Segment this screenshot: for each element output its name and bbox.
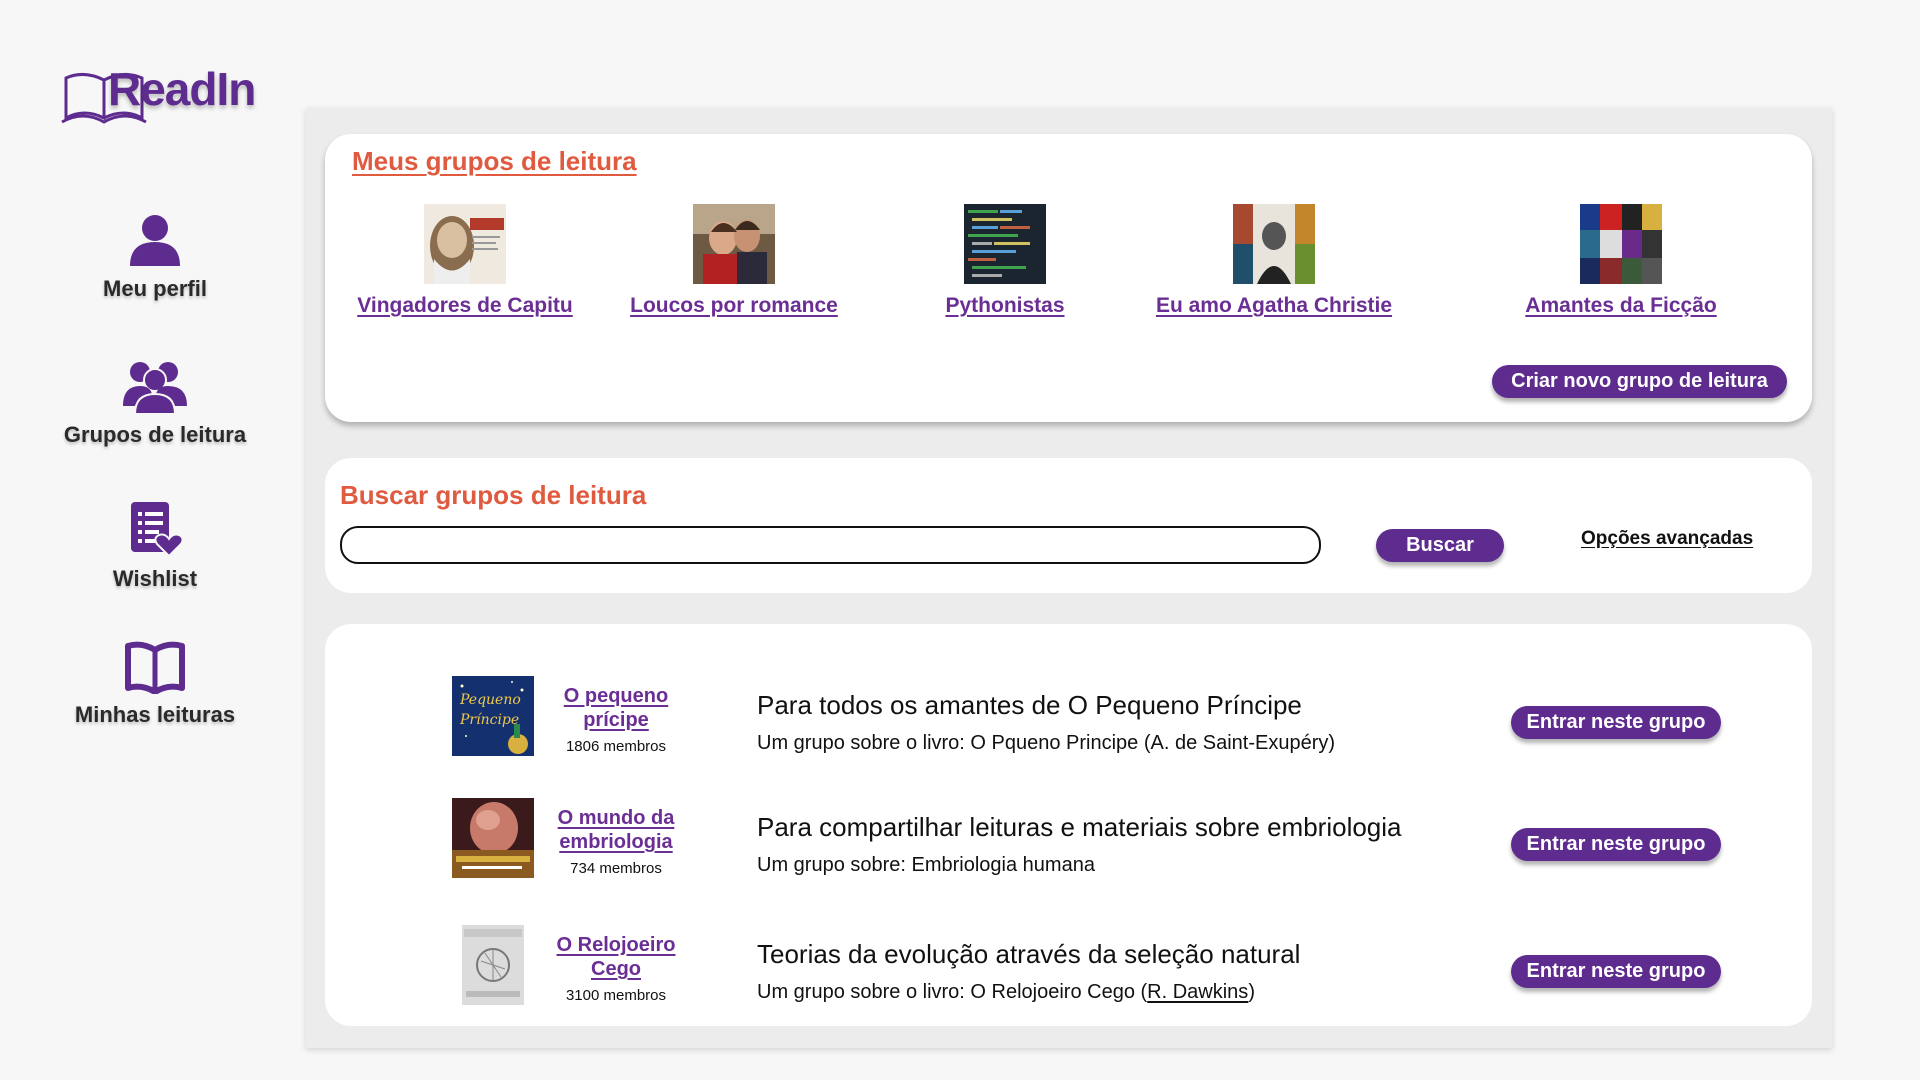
my-group-item[interactable]: Eu amo Agatha Christie — [1144, 204, 1404, 318]
join-group-button[interactable]: Entrar neste grupo — [1511, 706, 1721, 739]
result-subtitle: Um grupo sobre o livro: O Relojoeiro Ceg… — [757, 981, 1255, 1003]
result-row: O mundo da embriologia 734 membros Para … — [325, 798, 1812, 888]
result-group-name[interactable]: O pequeno prícipe — [541, 684, 691, 732]
result-members: 3100 membros — [565, 987, 667, 1004]
result-row: O Relojoeiro Cego 3100 membros Teorias d… — [325, 925, 1812, 1015]
join-group-button[interactable]: Entrar neste grupo — [1511, 955, 1721, 988]
result-group-name[interactable]: O mundo da embriologia — [541, 806, 691, 854]
open-book-icon — [125, 641, 185, 694]
logo-text: ReadIn — [108, 63, 256, 115]
join-group-button[interactable]: Entrar neste grupo — [1511, 828, 1721, 861]
result-subtitle: Um grupo sobre: Embriologia humana — [757, 854, 1095, 876]
sidebar-item-my-readings[interactable]: Minhas leituras — [40, 640, 270, 728]
create-group-button[interactable]: Criar novo grupo de leitura — [1492, 365, 1787, 398]
search-button[interactable]: Buscar — [1376, 529, 1504, 562]
my-group-link[interactable]: Vingadores de Capitu — [335, 294, 595, 318]
result-title: Para todos os amantes de O Pequeno Prínc… — [757, 690, 1302, 720]
my-group-item[interactable]: Pythonistas — [875, 204, 1135, 318]
my-group-link[interactable]: Pythonistas — [875, 294, 1135, 318]
advanced-options-link[interactable]: Opções avançadas — [1581, 528, 1753, 550]
book-cover-little-prince: Pequeno Príncipe — [452, 676, 534, 756]
my-groups-title: Meus grupos de leitura — [352, 146, 637, 176]
sidebar-item-label: Meu perfil — [103, 276, 207, 301]
result-members: 734 membros — [570, 860, 662, 877]
book-cover-blind-watchmaker — [462, 925, 524, 1005]
result-members: 1806 membros — [565, 738, 667, 755]
group-cover-fiction — [1580, 204, 1662, 284]
author-link[interactable]: R. Dawkins — [1147, 981, 1248, 1003]
sidebar-item-profile[interactable]: Meu perfil — [40, 212, 270, 302]
group-cover-code — [964, 204, 1046, 284]
svg-text:Pequeno: Pequeno — [459, 692, 521, 708]
result-title: Teorias da evolução através da seleção n… — [757, 939, 1301, 969]
group-cover-romance — [693, 204, 775, 284]
result-title: Para compartilhar leituras e materiais s… — [757, 812, 1402, 842]
result-group-name[interactable]: O Relojoeiro Cego — [541, 933, 691, 981]
group-icon — [123, 362, 187, 414]
app-logo[interactable]: ReadIn — [58, 60, 268, 130]
sidebar-item-reading-groups[interactable]: Grupos de leitura — [40, 358, 270, 448]
user-icon — [130, 215, 180, 266]
book-cover-capitu — [424, 204, 506, 284]
group-cover-agatha — [1233, 204, 1315, 284]
my-group-item[interactable]: Loucos por romance — [604, 204, 864, 318]
search-input[interactable] — [340, 526, 1321, 564]
my-group-link[interactable]: Amantes da Ficção — [1491, 294, 1751, 318]
result-row: Pequeno Príncipe O pequeno prícipe 1806 … — [325, 676, 1812, 766]
my-group-item[interactable]: Amantes da Ficção — [1491, 204, 1751, 318]
my-group-link[interactable]: Eu amo Agatha Christie — [1144, 294, 1404, 318]
sidebar-item-label: Grupos de leitura — [63, 422, 247, 447]
book-cover-embryology — [452, 798, 534, 878]
my-group-item[interactable]: Vingadores de Capitu — [335, 204, 595, 318]
search-title: Buscar grupos de leitura — [340, 480, 647, 510]
my-group-link[interactable]: Loucos por romance — [604, 294, 864, 318]
svg-text:Príncipe: Príncipe — [459, 712, 519, 728]
sidebar-item-wishlist[interactable]: Wishlist — [40, 500, 270, 592]
wishlist-icon — [131, 502, 183, 558]
sidebar-item-label: Wishlist — [112, 566, 198, 591]
sidebar-item-label: Minhas leituras — [74, 702, 236, 727]
result-subtitle: Um grupo sobre o livro: O Pqueno Princip… — [757, 732, 1336, 754]
